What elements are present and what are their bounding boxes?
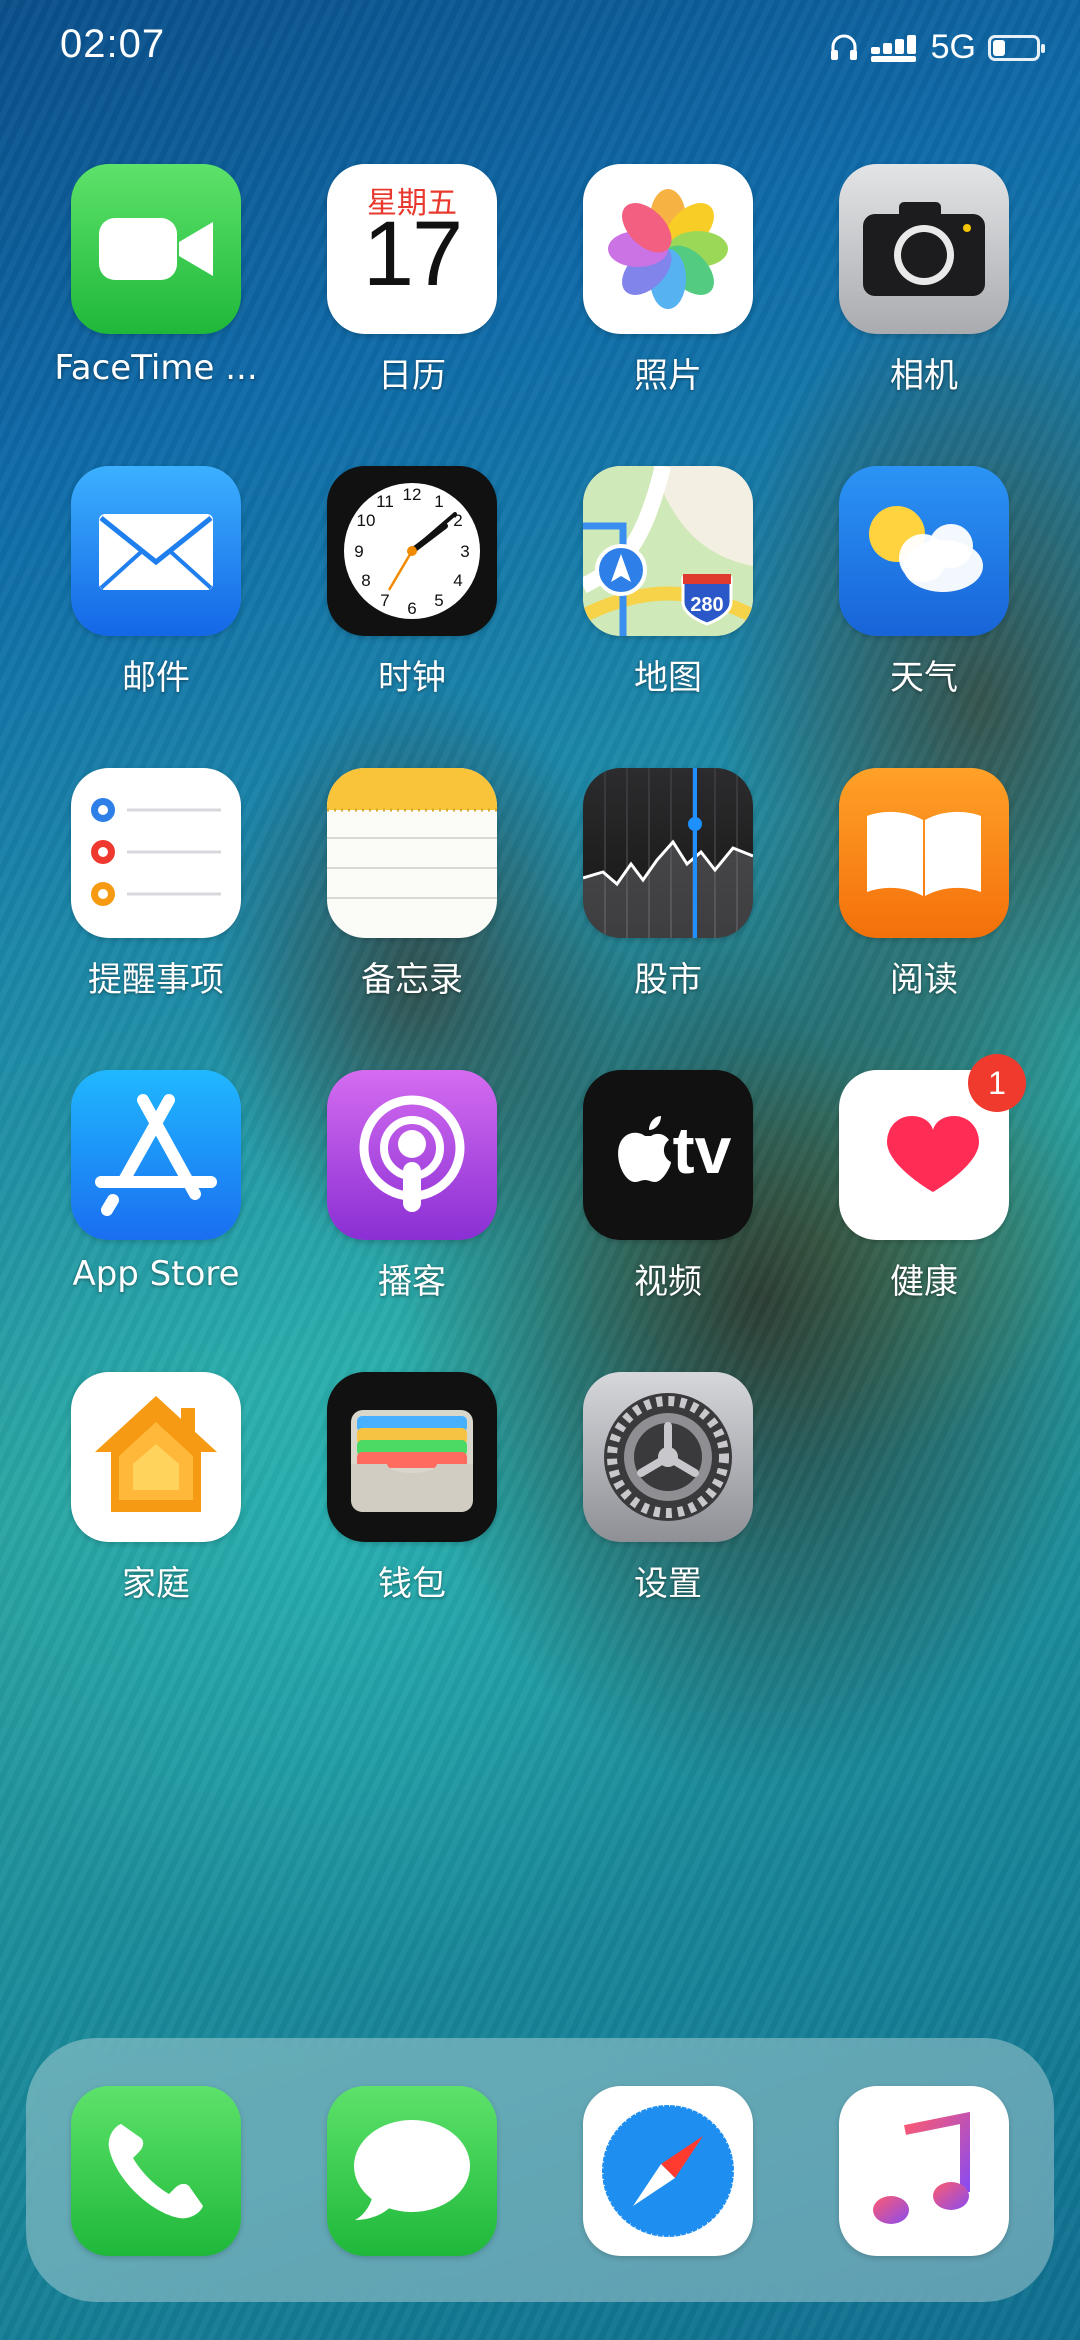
app-store-icon <box>71 1070 241 1240</box>
app-calendar[interactable]: 星期五 17 日历 <box>302 164 522 397</box>
calendar-icon: 星期五 17 <box>327 164 497 334</box>
calendar-day: 17 <box>362 203 463 305</box>
battery-level <box>993 39 1005 56</box>
app-label: 股市 <box>634 960 702 1000</box>
app-label: 阅读 <box>890 960 958 1000</box>
svg-text:12: 12 <box>403 485 422 504</box>
app-maps[interactable]: 280 地图 <box>558 466 778 699</box>
house-icon <box>71 1372 241 1542</box>
svg-text:5: 5 <box>434 591 443 610</box>
app-books[interactable]: 阅读 <box>814 768 1034 1001</box>
app-podcasts[interactable]: 播客 <box>302 1070 522 1303</box>
video-camera-icon <box>71 164 241 334</box>
svg-text:3: 3 <box>460 542 469 561</box>
stocks-icon <box>583 768 753 938</box>
notification-badge: 1 <box>968 1054 1026 1112</box>
app-label: 家庭 <box>122 1564 190 1604</box>
app-mail[interactable]: 邮件 <box>46 466 266 699</box>
app-label: FaceTime ... <box>54 348 258 388</box>
svg-text:8: 8 <box>361 571 370 590</box>
book-icon <box>839 768 1009 938</box>
app-photos[interactable]: 照片 <box>558 164 778 397</box>
app-label: App Store <box>72 1254 240 1294</box>
app-label: 地图 <box>634 658 702 698</box>
app-label: 照片 <box>634 356 702 396</box>
app-label: 日历 <box>378 356 446 396</box>
app-stocks[interactable]: 股市 <box>558 768 778 1001</box>
app-home[interactable]: 家庭 <box>46 1372 266 1605</box>
battery-icon <box>988 34 1045 61</box>
dock-phone[interactable] <box>46 2086 266 2256</box>
signal-icon <box>870 34 916 62</box>
app-label: 相机 <box>890 356 958 396</box>
svg-text:1: 1 <box>434 492 443 511</box>
app-label: 邮件 <box>122 658 190 698</box>
gear-icon <box>583 1372 753 1542</box>
status-indicators: 5G <box>829 28 1045 67</box>
podcast-icon <box>327 1070 497 1240</box>
app-weather[interactable]: 天气 <box>814 466 1034 699</box>
app-label: 天气 <box>890 658 958 698</box>
camera-icon <box>839 164 1009 334</box>
apple-tv-icon: tv <box>583 1070 753 1240</box>
app-reminders[interactable]: 提醒事项 <box>46 768 266 1001</box>
app-wallet[interactable]: 钱包 <box>302 1372 522 1605</box>
map-icon: 280 <box>583 466 753 636</box>
network-type: 5G <box>930 28 976 66</box>
app-camera[interactable]: 相机 <box>814 164 1034 397</box>
envelope-icon <box>71 466 241 636</box>
message-bubble-icon <box>327 2086 497 2256</box>
dock <box>26 2038 1054 2302</box>
svg-text:9: 9 <box>354 542 363 561</box>
app-label: 视频 <box>634 1262 702 1302</box>
reminders-icon <box>71 768 241 938</box>
weather-icon <box>839 466 1009 636</box>
route-sign-number: 280 <box>690 594 723 616</box>
app-label: 健康 <box>890 1262 958 1302</box>
dock-music[interactable] <box>814 2086 1034 2256</box>
music-note-icon <box>839 2086 1009 2256</box>
app-label: 备忘录 <box>361 960 463 1000</box>
app-label: 设置 <box>634 1564 702 1604</box>
phone-icon <box>71 2086 241 2256</box>
app-app-store[interactable]: App Store <box>46 1070 266 1294</box>
headphone-icon <box>830 34 857 60</box>
svg-text:11: 11 <box>376 492 394 511</box>
app-label: 钱包 <box>378 1564 446 1604</box>
dock-safari[interactable] <box>558 2086 778 2256</box>
app-clock[interactable]: 12 1 2 3 4 5 6 7 8 9 10 11 时钟 <box>302 466 522 699</box>
tv-logo-text: tv <box>672 1113 732 1187</box>
app-facetime[interactable]: FaceTime ... <box>46 164 266 388</box>
status-bar: 02:07 5G <box>0 0 1080 100</box>
app-notes[interactable]: 备忘录 <box>302 768 522 1001</box>
svg-text:10: 10 <box>357 511 376 530</box>
compass-icon <box>583 2086 753 2256</box>
app-label: 提醒事项 <box>88 960 224 1000</box>
notes-icon <box>327 768 497 938</box>
photos-icon <box>583 164 753 334</box>
app-settings[interactable]: 设置 <box>558 1372 778 1605</box>
app-tv[interactable]: tv 视频 <box>558 1070 778 1303</box>
app-label: 时钟 <box>378 658 446 698</box>
app-health[interactable]: 1 健康 <box>814 1054 1034 1303</box>
svg-text:4: 4 <box>453 571 462 590</box>
svg-text:6: 6 <box>407 599 416 618</box>
home-screen: 02:07 5G FaceTime ... 星期五 17 日历 照片 相机 邮件… <box>0 0 1080 2340</box>
svg-text:7: 7 <box>380 591 389 610</box>
dock-messages[interactable] <box>302 2086 522 2256</box>
clock-icon: 12 1 2 3 4 5 6 7 8 9 10 11 <box>327 466 497 636</box>
wallet-icon <box>327 1372 497 1542</box>
status-time: 02:07 <box>60 22 166 66</box>
app-label: 播客 <box>378 1262 446 1302</box>
